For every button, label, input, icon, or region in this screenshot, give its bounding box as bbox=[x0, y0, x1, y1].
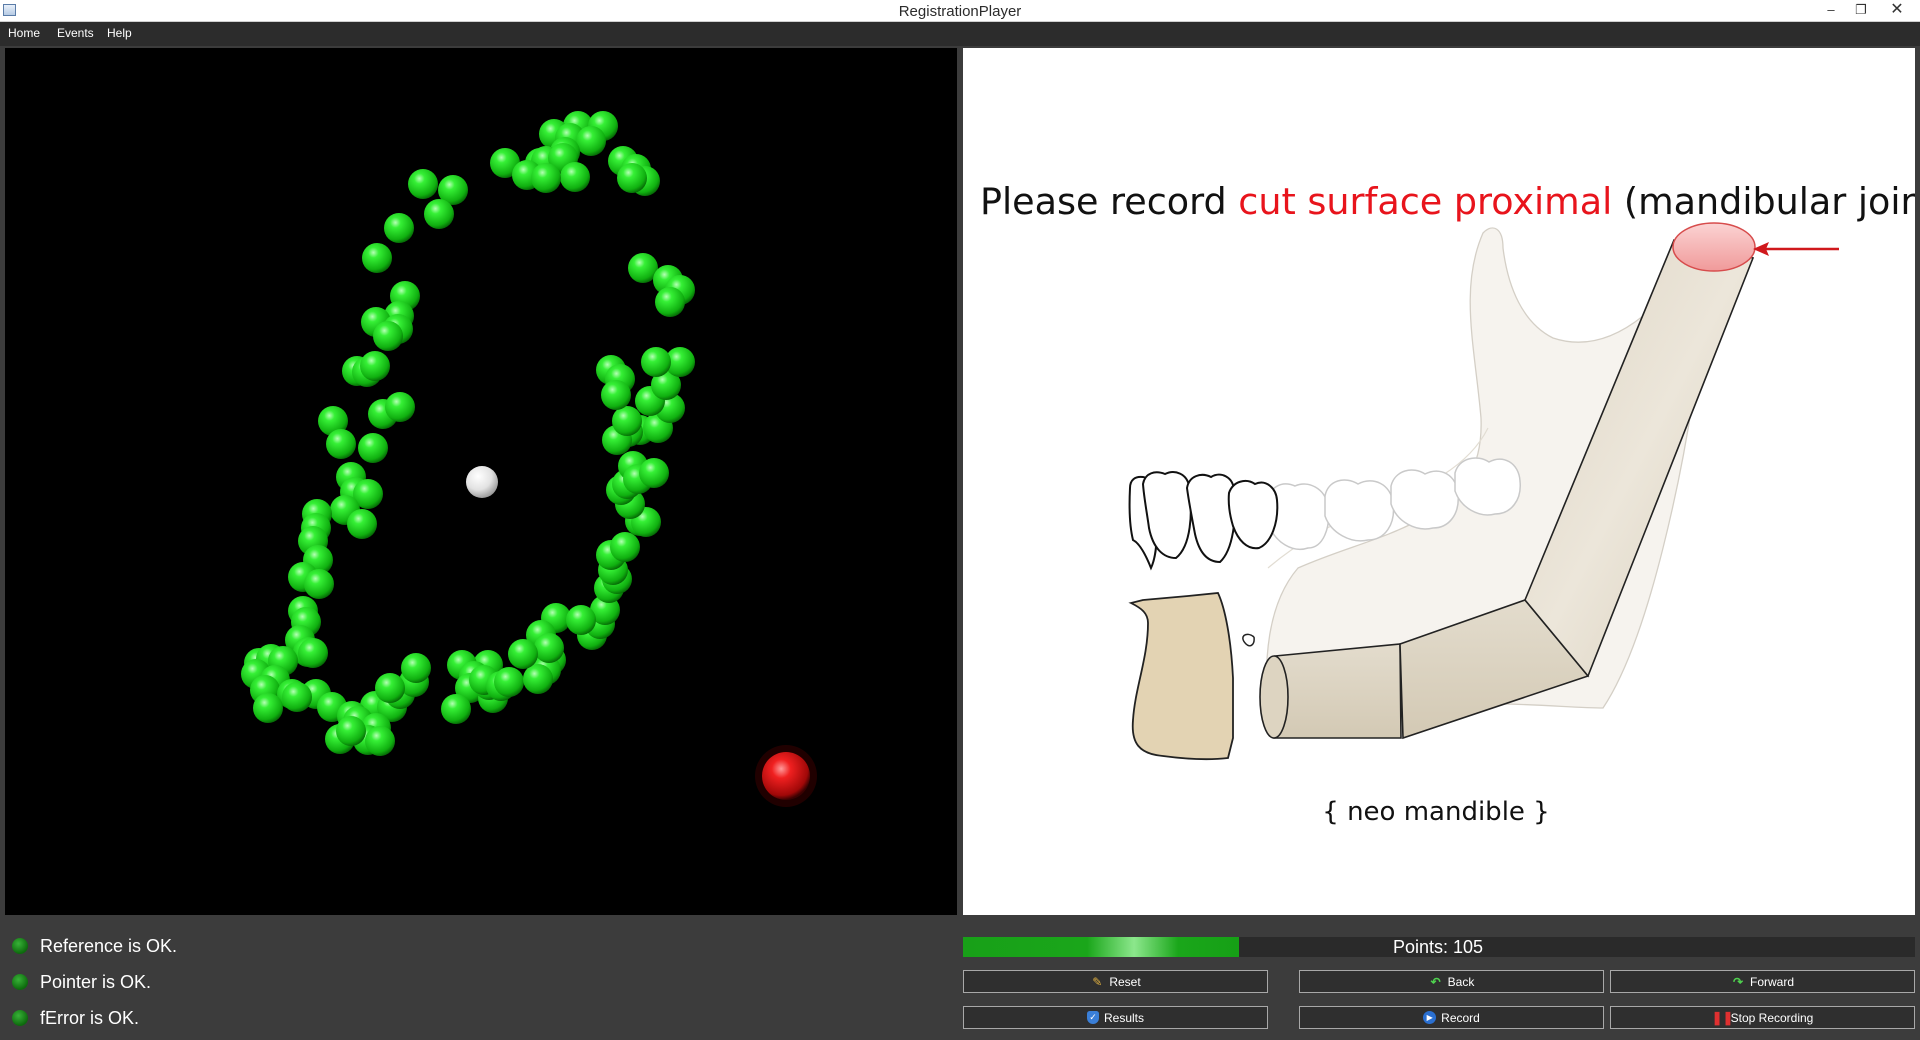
menu-events[interactable]: Events bbox=[57, 26, 94, 40]
menu-home[interactable]: Home bbox=[8, 26, 40, 40]
points-counter: Points: 105 bbox=[1393, 937, 1484, 957]
recorded-point bbox=[326, 429, 356, 459]
recorded-point bbox=[298, 638, 328, 668]
reset-button-label: Reset bbox=[1109, 974, 1141, 989]
recorded-point bbox=[641, 347, 671, 377]
recorded-point bbox=[375, 673, 405, 703]
recorded-point bbox=[531, 163, 561, 193]
recorded-point bbox=[508, 639, 538, 669]
window-title: RegistrationPlayer bbox=[898, 3, 1022, 20]
recorded-point bbox=[601, 380, 631, 410]
recorded-point bbox=[385, 392, 415, 422]
recording-progress-fill bbox=[963, 937, 1240, 957]
recorded-point bbox=[304, 569, 334, 599]
results-button-label: Results bbox=[1103, 1010, 1144, 1025]
recorded-point bbox=[362, 243, 392, 273]
stop-recording-button[interactable]: ❚❚ Stop Recording bbox=[1610, 1006, 1915, 1029]
forward-button[interactable]: ↷ Forward bbox=[1610, 970, 1915, 993]
recorded-point bbox=[347, 509, 377, 539]
recorded-point bbox=[494, 667, 524, 697]
restore-icon[interactable]: ❐ bbox=[1846, 0, 1876, 22]
instruction-panel: Please record cut surface proximal (mand… bbox=[963, 48, 1915, 915]
forward-arrow-icon: ↷ bbox=[1732, 974, 1744, 989]
recorded-point bbox=[408, 169, 438, 199]
shield-icon: ✓ bbox=[1086, 1011, 1099, 1024]
menu-help[interactable]: Help bbox=[107, 26, 132, 40]
instruction-title: Please record cut surface proximal (mand… bbox=[980, 180, 1915, 223]
reference-sphere bbox=[466, 466, 498, 498]
results-button[interactable]: ✓ Results bbox=[963, 1006, 1268, 1029]
recorded-point bbox=[360, 351, 390, 381]
record-icon: ▶ bbox=[1423, 1011, 1437, 1024]
back-button-label: Back bbox=[1447, 974, 1475, 989]
recorded-point bbox=[612, 406, 642, 436]
recorded-point bbox=[336, 716, 366, 746]
recorded-point bbox=[576, 126, 606, 156]
status-pointer-label: Pointer is OK. bbox=[40, 972, 152, 992]
recorded-point bbox=[566, 605, 596, 635]
record-button[interactable]: ▶ Record bbox=[1299, 1006, 1604, 1029]
recorded-point bbox=[384, 213, 414, 243]
recorded-point bbox=[365, 726, 395, 756]
neo-mandible-caption: { neo mandible } bbox=[1322, 797, 1549, 827]
recorded-point bbox=[401, 653, 431, 683]
pointer-sphere bbox=[762, 752, 810, 800]
recorded-point bbox=[441, 694, 471, 724]
recorded-point bbox=[534, 633, 564, 663]
recorded-points bbox=[241, 111, 695, 756]
record-button-label: Record bbox=[1441, 1010, 1480, 1025]
cut-surface-highlight bbox=[1672, 222, 1756, 272]
recorded-point bbox=[560, 162, 590, 192]
back-arrow-icon: ↶ bbox=[1430, 974, 1441, 989]
stop-icon: ❚❚ bbox=[1711, 1009, 1734, 1025]
back-button[interactable]: ↶ Back bbox=[1299, 970, 1604, 993]
recorded-point bbox=[373, 321, 403, 351]
fibula-segment-1 bbox=[1259, 643, 1402, 739]
recorded-point bbox=[282, 682, 312, 712]
recorded-point bbox=[639, 458, 669, 488]
recorded-point bbox=[253, 693, 283, 723]
recorded-point bbox=[655, 287, 685, 317]
status-ok-icon bbox=[12, 974, 28, 990]
broom-icon: ✎ bbox=[1092, 974, 1103, 989]
close-icon[interactable]: ✕ bbox=[1882, 0, 1912, 22]
title-bar: RegistrationPlayer – ❐ ✕ bbox=[0, 0, 1920, 22]
native-teeth bbox=[1128, 471, 1279, 571]
menu-bar: Home Events Help bbox=[0, 22, 1920, 46]
recorded-point bbox=[424, 199, 454, 229]
recorded-point bbox=[523, 664, 553, 694]
native-mandible bbox=[1128, 592, 1234, 761]
recorded-point bbox=[610, 532, 640, 562]
minimize-icon[interactable]: – bbox=[1816, 0, 1846, 22]
recorded-point bbox=[358, 433, 388, 463]
forward-button-label: Forward bbox=[1749, 974, 1794, 989]
recorded-point bbox=[617, 163, 647, 193]
point-cloud-viewport[interactable] bbox=[5, 48, 957, 915]
stop-recording-button-label: Stop Recording bbox=[1730, 1010, 1814, 1025]
status-ok-icon bbox=[12, 938, 28, 954]
reset-button[interactable]: ✎ Reset bbox=[963, 970, 1268, 993]
status-ferror-label: fError is OK. bbox=[40, 1008, 140, 1028]
status-ok-icon bbox=[12, 1010, 28, 1026]
status-reference-label: Reference is OK. bbox=[40, 936, 178, 956]
